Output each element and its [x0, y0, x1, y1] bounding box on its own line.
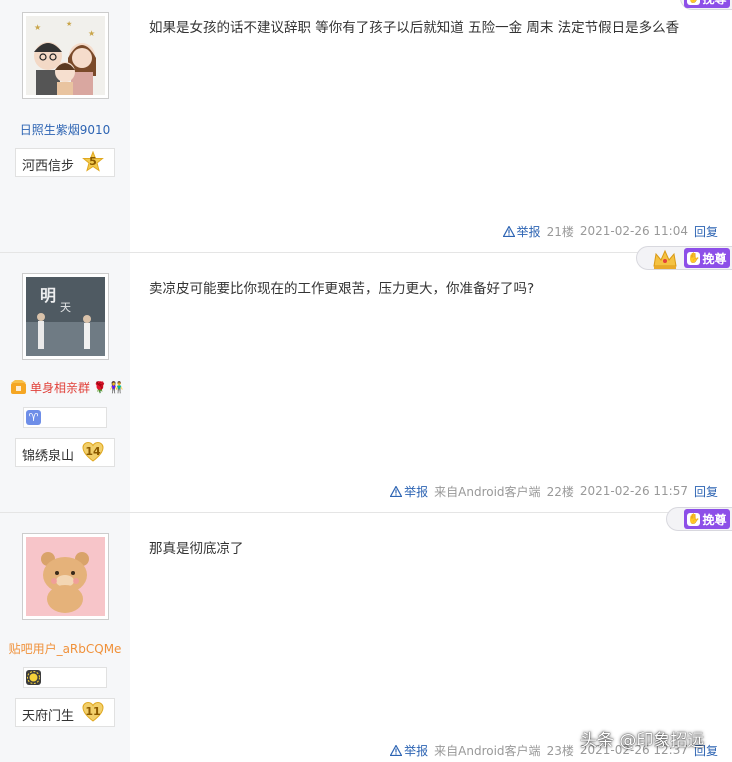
forum-level-badge[interactable]: 天府门生 11 [15, 698, 115, 727]
respect-widget: ✋ 挽尊 [632, 246, 732, 272]
report-link[interactable]: 举报 [390, 742, 428, 759]
level-number: 11 [85, 705, 101, 718]
report-label: 举报 [516, 224, 541, 239]
crown-icon [653, 249, 677, 269]
reply-link[interactable]: 回复 [694, 483, 718, 500]
level-star-icon: 5 [82, 150, 104, 173]
respect-widget: ✋ 挽尊 [672, 0, 732, 18]
post-body: 那真是彻底凉了 举报 来自Android客户端 23楼 2021-02-26 1… [130, 513, 732, 762]
username-link[interactable]: 日照生紫烟9010 [0, 121, 130, 138]
report-label: 举报 [404, 743, 429, 758]
level-number: 5 [89, 155, 97, 168]
post-tail: 举报 来自Android客户端 22楼 2021-02-26 11:57 回复 [390, 483, 718, 499]
post-content: 卖凉皮可能要比你现在的工作更艰苦，压力更大，你准备好了吗? [149, 281, 535, 297]
honor-badge[interactable] [23, 667, 107, 688]
group-badge-icon [11, 380, 26, 394]
post-tail: 举报 21楼 2021-02-26 11:04 回复 [502, 223, 718, 240]
cartoon-family-avatar-image: ★ ★ ★ [26, 16, 105, 95]
reply-link[interactable]: 回复 [694, 223, 718, 240]
respect-button[interactable]: ✋ 挽尊 [684, 0, 730, 8]
svg-text:★: ★ [66, 20, 72, 28]
group-title-row[interactable]: 单身相亲群 🌹 👫 [10, 379, 123, 396]
bear-avatar-image [26, 537, 105, 616]
forum-level-badge[interactable]: 河西信步 5 [15, 148, 115, 177]
post-body: 如果是女孩的话不建议辞职 等你有了孩子以后就知道 五险一金 周末 法定节假日是多… [130, 0, 732, 252]
respect-widget: ✋ 挽尊 [662, 507, 732, 533]
couple-icon: 👫 [109, 381, 124, 394]
respect-button[interactable]: ✋ 挽尊 [684, 509, 730, 529]
movie-poster-avatar-image: 明 天 [26, 277, 105, 356]
svg-text:天: 天 [60, 301, 71, 314]
respect-label: 挽尊 [702, 512, 727, 527]
client-source: 来自Android客户端 [434, 484, 541, 499]
svg-text:★: ★ [34, 23, 41, 32]
level-number: 14 [85, 445, 101, 458]
hand-icon: ✋ [687, 251, 701, 265]
source-watermark: 头条 @印象招远 [580, 731, 705, 751]
forum-title: 天府门生 [22, 709, 75, 724]
forum-title: 锦绣泉山 [22, 449, 75, 464]
aries-icon: ♈ [26, 410, 41, 425]
post-floor-23: 贴吧用户_aRbCQMe 天府门生 11 那真是彻底凉了 举报 来自Androi… [0, 507, 732, 762]
level-heart-icon: 11 [82, 701, 104, 723]
forum-title: 河西信步 [22, 159, 75, 174]
respect-button[interactable]: ✋ 挽尊 [684, 248, 730, 268]
report-label: 举报 [404, 484, 429, 499]
floor-number: 21楼 [546, 224, 574, 239]
floor-number: 23楼 [546, 743, 574, 758]
avatar[interactable]: 明 天 [22, 273, 109, 360]
svg-text:明: 明 [40, 286, 56, 305]
level-heart-icon: 14 [82, 441, 104, 463]
rose-icon: 🌹 [93, 381, 107, 394]
post-author-panel: ★ ★ ★ 日照生紫烟9010 河西信步 5 [0, 0, 130, 252]
username-link[interactable]: 单身相亲群 [30, 379, 90, 396]
svg-text:★: ★ [88, 29, 95, 38]
forum-level-badge[interactable]: 锦绣泉山 14 [15, 438, 115, 467]
warning-icon [502, 225, 515, 237]
post-floor-21: ★ ★ ★ 日照生紫烟9010 河西信步 5 如果是女孩的话不建议辞职 等你有了… [0, 0, 732, 253]
hand-icon: ✋ [687, 512, 701, 526]
post-time: 2021-02-26 11:04 [579, 224, 688, 238]
post-content: 如果是女孩的话不建议辞职 等你有了孩子以后就知道 五险一金 周末 法定节假日是多… [149, 20, 680, 36]
sun-badge-icon [26, 670, 41, 685]
report-link[interactable]: 举报 [390, 483, 428, 500]
respect-label: 挽尊 [702, 251, 727, 266]
avatar[interactable]: ★ ★ ★ [22, 12, 109, 99]
hand-icon: ✋ [687, 0, 701, 5]
post-author-panel: 明 天 单身相亲群 🌹 👫 ♈ 锦绣泉山 14 [0, 253, 130, 512]
warning-icon [390, 485, 403, 497]
report-link[interactable]: 举报 [502, 223, 541, 240]
post-author-panel: 贴吧用户_aRbCQMe 天府门生 11 [0, 513, 130, 762]
post-time: 2021-02-26 11:57 [579, 484, 688, 498]
constellation-badge[interactable]: ♈ [23, 407, 107, 428]
floor-number: 22楼 [546, 484, 574, 499]
username-link[interactable]: 贴吧用户_aRbCQMe [0, 640, 130, 657]
respect-label: 挽尊 [702, 0, 726, 7]
post-floor-22: 明 天 单身相亲群 🌹 👫 ♈ 锦绣泉山 14 卖凉皮可能要比你现在的工作更艰苦… [0, 246, 732, 513]
avatar[interactable] [22, 533, 109, 620]
warning-icon [390, 744, 403, 756]
client-source: 来自Android客户端 [434, 743, 541, 758]
post-content: 那真是彻底凉了 [149, 541, 244, 557]
post-body: 卖凉皮可能要比你现在的工作更艰苦，压力更大，你准备好了吗? 举报 来自Andro… [130, 253, 732, 512]
